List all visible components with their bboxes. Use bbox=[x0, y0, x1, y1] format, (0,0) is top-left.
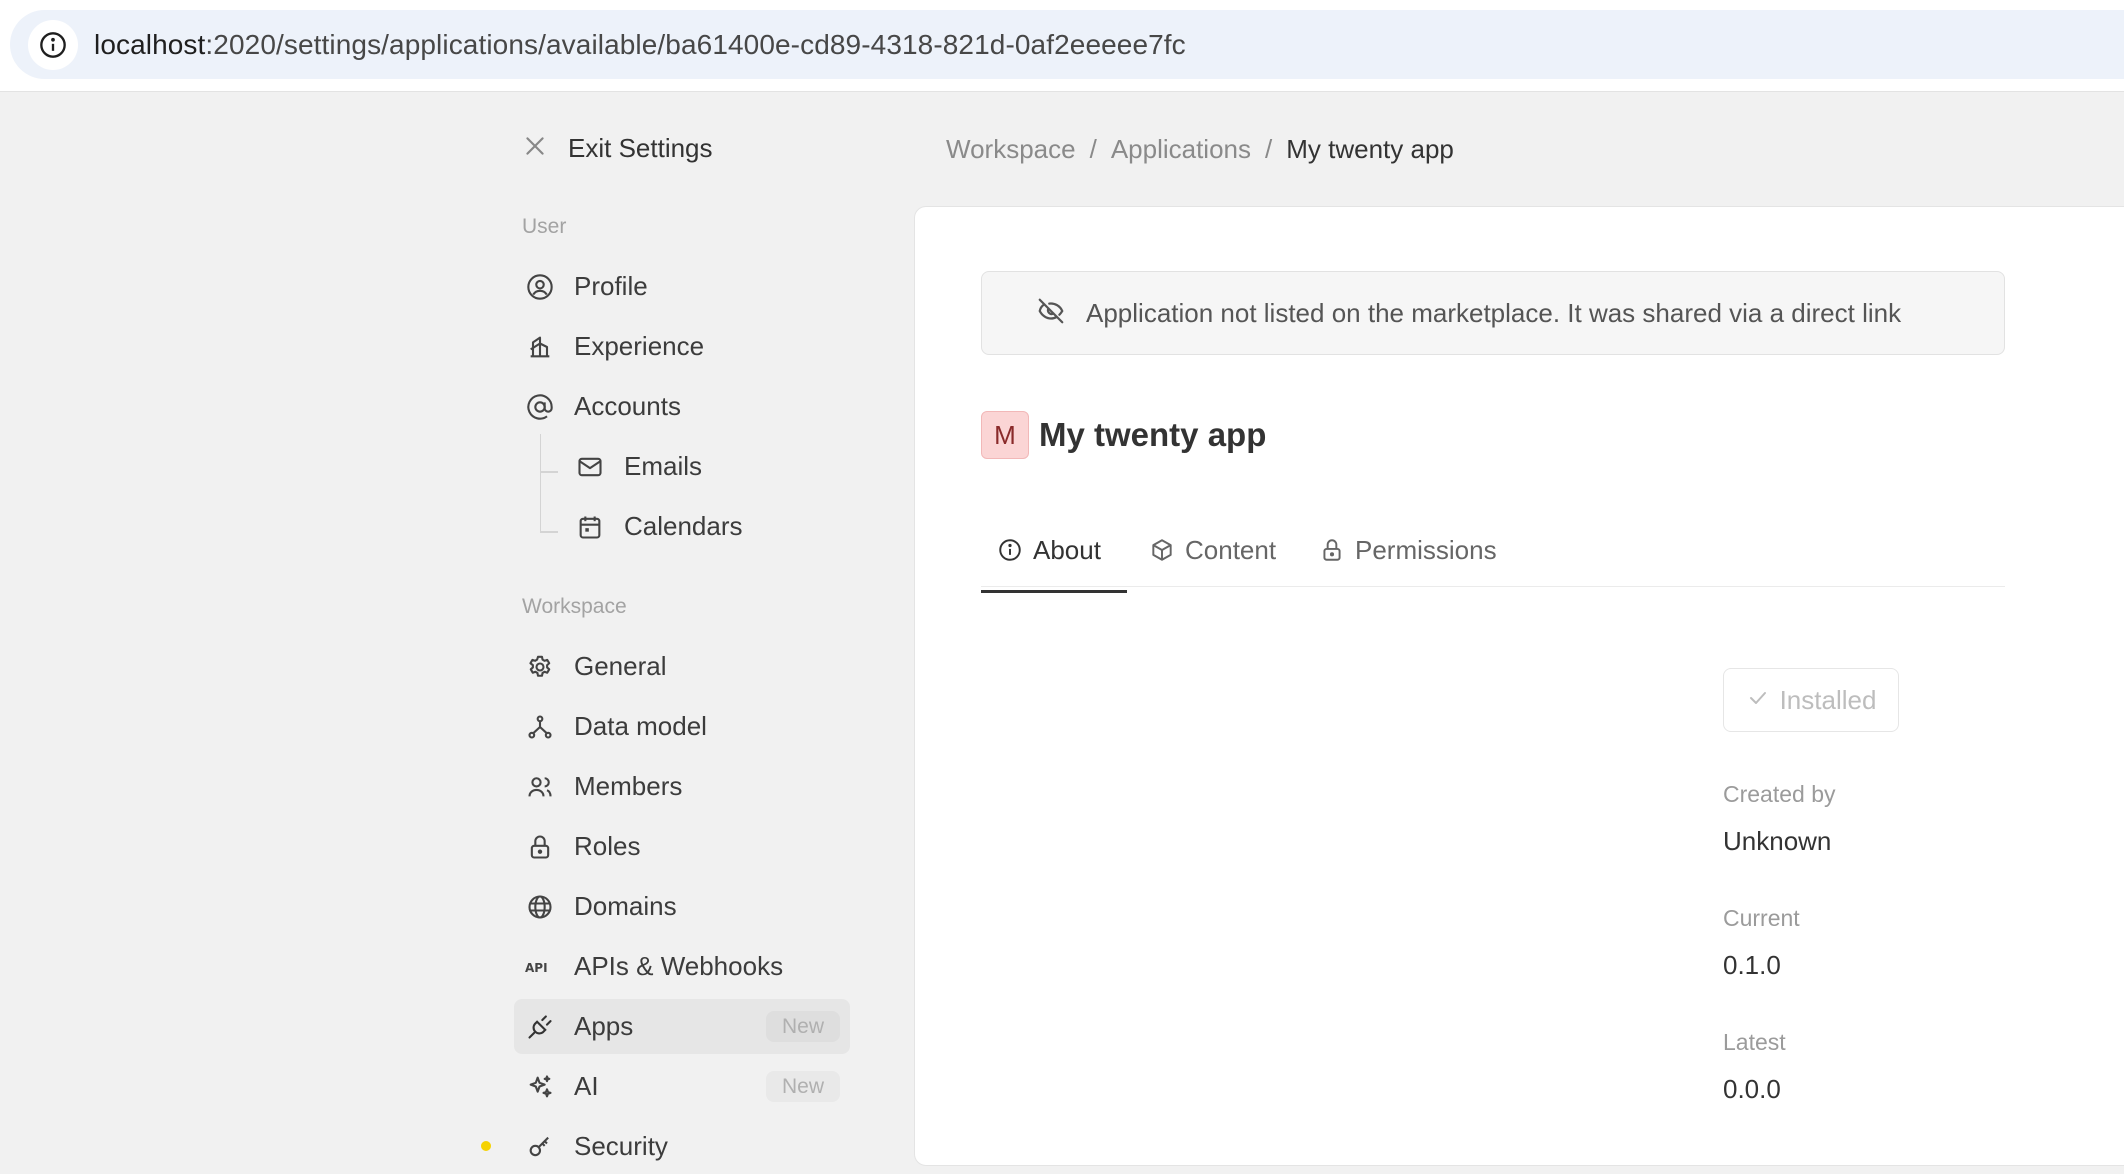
sidebar-item-label: Emails bbox=[624, 451, 703, 481]
hierarchy-icon bbox=[524, 711, 556, 743]
sidebar-item-apis-webhooks[interactable]: API APIs & Webhooks bbox=[514, 939, 850, 994]
sparkles-icon bbox=[524, 1071, 556, 1103]
unlisted-notice: Application not listed on the marketplac… bbox=[981, 271, 2005, 355]
breadcrumb-current: My twenty app bbox=[1286, 134, 1454, 164]
sidebar-item-label: AI bbox=[574, 1071, 599, 1101]
experience-icon bbox=[524, 331, 556, 363]
url-path: :2020/settings/applications/available/ba… bbox=[205, 28, 1186, 60]
exit-settings-label: Exit Settings bbox=[568, 132, 713, 163]
section-label-user: User bbox=[522, 215, 567, 238]
url-text[interactable]: localhost:2020/settings/applications/ava… bbox=[94, 29, 1186, 61]
sidebar-item-domains[interactable]: Domains bbox=[514, 879, 850, 934]
sidebar-item-profile[interactable]: Profile bbox=[514, 259, 850, 314]
calendar-icon bbox=[574, 511, 606, 543]
breadcrumb: Workspace / Applications / My twenty app bbox=[946, 134, 1454, 165]
at-icon bbox=[524, 391, 556, 423]
notice-text: Application not listed on the marketplac… bbox=[1086, 297, 1902, 328]
meta-latest-label: Latest bbox=[1723, 1029, 1786, 1055]
sidebar-item-label: Calendars bbox=[624, 511, 743, 541]
meta-current-value: 0.1.0 bbox=[1723, 950, 1781, 980]
sidebar-item-accounts[interactable]: Accounts bbox=[514, 379, 850, 434]
api-icon: API bbox=[524, 951, 556, 983]
tab-label: Content bbox=[1185, 535, 1277, 565]
tree-branch bbox=[540, 471, 558, 473]
settings-page: Exit Settings User Profile Experience Ac… bbox=[0, 92, 2124, 1166]
lock-icon bbox=[1319, 537, 1345, 568]
breadcrumb-applications[interactable]: Applications bbox=[1111, 134, 1251, 165]
check-icon bbox=[1746, 686, 1770, 715]
tab-about[interactable]: About bbox=[981, 533, 1127, 593]
sidebar-item-roles[interactable]: Roles bbox=[514, 819, 850, 874]
sidebar-item-label: Roles bbox=[574, 831, 641, 861]
tab-label: Permissions bbox=[1355, 535, 1497, 565]
app-avatar: M bbox=[981, 411, 1029, 459]
tab-permissions[interactable]: Permissions bbox=[1303, 533, 1513, 593]
meta-latest-value: 0.0.0 bbox=[1723, 1074, 1781, 1104]
sidebar-item-general[interactable]: General bbox=[514, 639, 850, 694]
tree-branch bbox=[540, 531, 558, 533]
close-icon bbox=[522, 133, 548, 164]
lock-icon bbox=[524, 831, 556, 863]
meta-created-by-value: Unknown bbox=[1723, 826, 1832, 856]
sidebar-item-label: Members bbox=[574, 771, 683, 801]
sidebar-item-label: Data model bbox=[574, 711, 707, 741]
box-icon bbox=[1149, 537, 1175, 568]
svg-text:API: API bbox=[525, 961, 548, 975]
user-circle-icon bbox=[524, 271, 556, 303]
breadcrumb-separator: / bbox=[1265, 134, 1273, 164]
sidebar-item-emails[interactable]: Emails bbox=[564, 439, 850, 494]
app-header: M My twenty app bbox=[981, 411, 1266, 459]
browser-toolbar: localhost:2020/settings/applications/ava… bbox=[0, 0, 2124, 92]
breadcrumb-workspace[interactable]: Workspace bbox=[946, 134, 1076, 165]
globe-icon bbox=[524, 891, 556, 923]
url-host: localhost bbox=[94, 28, 206, 60]
meta-created-by-label: Created by bbox=[1723, 781, 1836, 807]
tree-connector bbox=[540, 434, 558, 532]
sidebar-item-ai[interactable]: AI New bbox=[514, 1059, 850, 1114]
exit-settings-button[interactable]: Exit Settings bbox=[522, 128, 713, 168]
sidebar-item-label: Apps bbox=[574, 1011, 634, 1041]
app-name: My twenty app bbox=[1039, 416, 1267, 453]
tab-bar: About Content Permissions bbox=[981, 527, 2005, 593]
sidebar-item-members[interactable]: Members bbox=[514, 759, 850, 814]
tab-label: About bbox=[1033, 535, 1101, 565]
sidebar-item-label: Experience bbox=[574, 331, 705, 361]
address-bar[interactable]: localhost:2020/settings/applications/ava… bbox=[10, 10, 2124, 79]
mail-icon bbox=[574, 451, 606, 483]
sidebar-item-label: Domains bbox=[574, 891, 677, 921]
tab-content[interactable]: Content bbox=[1133, 533, 1292, 593]
eye-off-icon bbox=[1036, 296, 1066, 331]
sidebar-item-label: Accounts bbox=[574, 391, 681, 421]
gear-icon bbox=[524, 651, 556, 683]
main-panel: Application not listed on the marketplac… bbox=[914, 206, 2124, 1166]
installed-label: Installed bbox=[1779, 684, 1877, 715]
section-label-workspace: Workspace bbox=[522, 595, 627, 618]
status-dot bbox=[481, 1141, 491, 1151]
sidebar-item-label: General bbox=[574, 651, 667, 681]
info-icon bbox=[997, 537, 1023, 568]
sidebar-item-experience[interactable]: Experience bbox=[514, 319, 850, 374]
sidebar-item-apps[interactable]: Apps New bbox=[514, 999, 850, 1054]
plug-icon bbox=[524, 1011, 556, 1043]
breadcrumb-separator: / bbox=[1089, 134, 1097, 164]
meta-current-label: Current bbox=[1723, 905, 1800, 931]
sidebar-item-data-model[interactable]: Data model bbox=[514, 699, 850, 754]
users-icon bbox=[524, 771, 556, 803]
sidebar-item-label: APIs & Webhooks bbox=[574, 951, 784, 981]
new-badge: New bbox=[765, 1011, 840, 1042]
installed-button[interactable]: Installed bbox=[1723, 668, 1899, 732]
new-badge: New bbox=[765, 1071, 840, 1102]
sidebar-item-label: Profile bbox=[574, 271, 648, 301]
sidebar-item-calendars[interactable]: Calendars bbox=[564, 499, 850, 554]
site-info-icon[interactable] bbox=[28, 19, 78, 70]
